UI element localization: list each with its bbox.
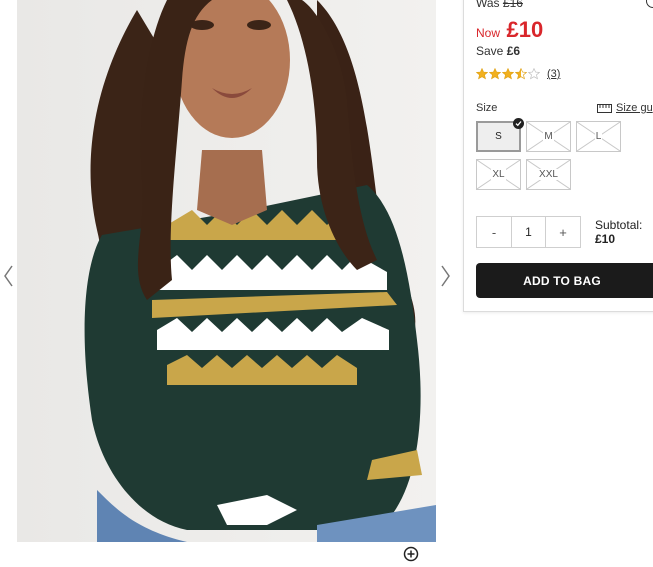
size-option-label: S	[494, 131, 503, 142]
review-count-link[interactable]: (3)	[547, 68, 560, 80]
subtotal: Subtotal: £10	[595, 218, 642, 246]
size-guide-label: Size gu	[616, 102, 653, 114]
check-icon	[513, 118, 524, 129]
size-guide-link[interactable]: Size gu	[597, 102, 653, 114]
now-label: Now	[476, 26, 501, 40]
star-icon	[515, 68, 527, 80]
quantity-input[interactable]: 1	[511, 217, 546, 247]
subtotal-label: Subtotal:	[595, 218, 643, 232]
previous-image-button[interactable]	[1, 262, 15, 290]
size-option-m[interactable]: M	[526, 121, 571, 152]
size-option-xxl[interactable]: XXL	[526, 159, 571, 190]
save-value: £6	[506, 44, 521, 58]
quantity-stepper: - 1 +	[476, 216, 581, 248]
size-option-label: L	[594, 131, 603, 142]
add-to-bag-button[interactable]: ADD TO BAG	[476, 263, 653, 298]
size-option-l[interactable]: L	[576, 121, 621, 152]
save-label: Save	[476, 44, 504, 58]
star-icon	[502, 68, 514, 80]
chevron-right-icon	[441, 265, 450, 287]
size-label: Size	[476, 102, 498, 114]
size-option-label: XL	[491, 169, 506, 180]
subtotal-value: £10	[595, 232, 616, 246]
ruler-icon	[597, 103, 612, 113]
rating: (3)	[476, 68, 560, 80]
next-image-button[interactable]	[439, 262, 453, 290]
star-icon	[476, 68, 488, 80]
increase-quantity-button[interactable]: +	[546, 217, 580, 247]
was-value: £16	[502, 0, 523, 10]
star-icon	[489, 68, 501, 80]
size-option-label: M	[543, 131, 554, 142]
decrease-quantity-button[interactable]: -	[477, 217, 511, 247]
star-icon	[528, 68, 540, 80]
was-price: Was £16	[476, 0, 523, 10]
now-value: £10	[506, 17, 544, 42]
size-option-s[interactable]: S	[476, 118, 524, 152]
product-image[interactable]	[17, 0, 436, 542]
size-option-xl[interactable]: XL	[476, 159, 521, 190]
now-price: Now £10	[476, 17, 543, 43]
was-label: Was	[476, 0, 500, 10]
size-option-label: XXL	[538, 169, 559, 180]
zoom-in-icon[interactable]	[403, 546, 419, 562]
add-to-bag-label: ADD TO BAG	[523, 273, 601, 288]
chevron-left-icon	[4, 265, 13, 287]
save-amount: Save £6	[476, 44, 520, 58]
rating-stars	[476, 68, 540, 80]
